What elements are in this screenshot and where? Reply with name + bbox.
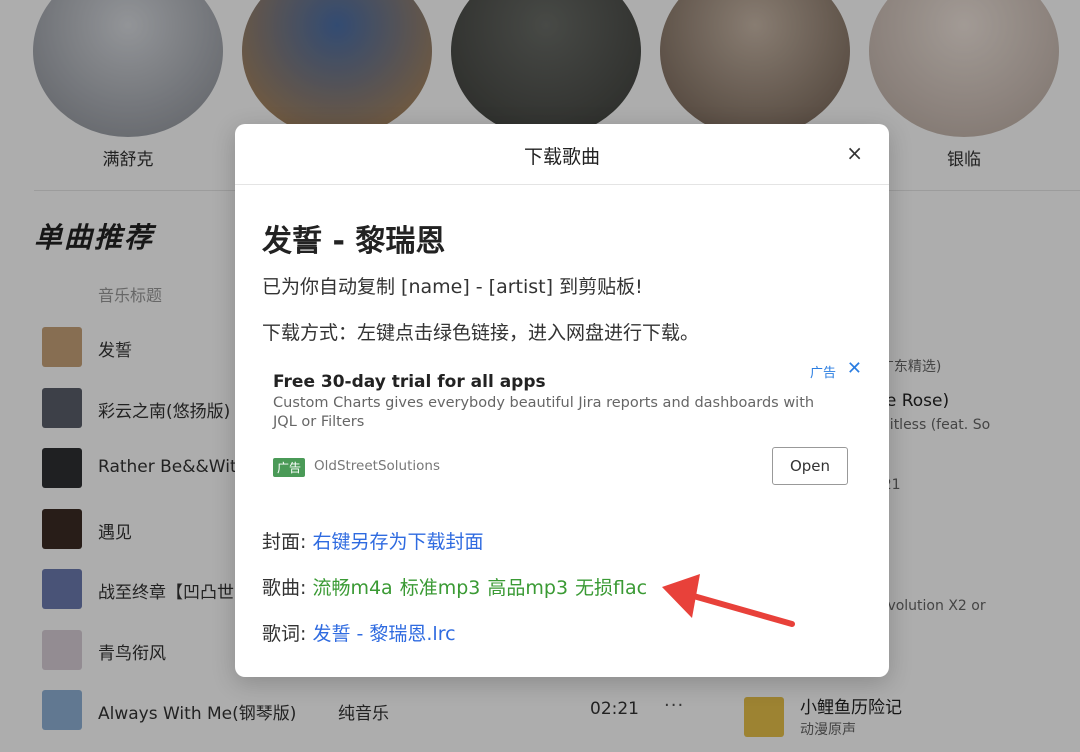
link-m4a[interactable]: 流畅m4a — [312, 577, 392, 599]
close-icon[interactable]: × — [846, 141, 863, 165]
lyrics-download-link[interactable]: 发誓 - 黎瑞恩.lrc — [312, 623, 455, 645]
link-mp3-high[interactable]: 高品mp3 — [487, 577, 568, 599]
link-mp3-standard[interactable]: 标准mp3 — [400, 577, 481, 599]
download-dialog: 下载歌曲 × 发誓 - 黎瑞恩 已为你自动复制 [name] - [artist… — [235, 124, 889, 677]
ad-open-button[interactable]: Open — [772, 447, 848, 485]
ad-banner[interactable]: 广告 ✕ Free 30-day trial for all apps Cust… — [262, 358, 862, 498]
ad-description: Custom Charts gives everybody beautiful … — [273, 395, 815, 430]
ad-source: OldStreetSolutions — [314, 458, 440, 474]
song-heading: 发誓 - 黎瑞恩 — [262, 224, 446, 259]
song-label: 歌曲: — [262, 577, 307, 599]
ad-tag: 广告 — [273, 458, 306, 477]
link-flac[interactable]: 无损flac — [575, 577, 647, 599]
cover-download-link[interactable]: 右键另存为下载封面 — [312, 531, 483, 553]
dialog-header: 下载歌曲 × — [235, 124, 889, 185]
lyrics-row: 歌词: 发誓 - 黎瑞恩.lrc — [262, 619, 456, 646]
dialog-title: 下载歌曲 — [523, 146, 600, 168]
cover-row: 封面: 右键另存为下载封面 — [262, 527, 483, 554]
ad-title[interactable]: Free 30-day trial for all apps — [273, 372, 546, 392]
clipboard-notice: 已为你自动复制 [name] - [artist] 到剪贴板! — [262, 276, 643, 298]
ad-badge: 广告 — [809, 366, 836, 381]
lyrics-label: 歌词: — [262, 623, 307, 645]
song-row: 歌曲: 流畅m4a 标准mp3 高品mp3 无损flac — [262, 573, 654, 600]
ad-close-icon[interactable]: ✕ — [847, 358, 862, 379]
download-method-notice: 下载方式：左键点击绿色链接，进入网盘进行下载。 — [262, 322, 700, 344]
cover-label: 封面: — [262, 531, 307, 553]
